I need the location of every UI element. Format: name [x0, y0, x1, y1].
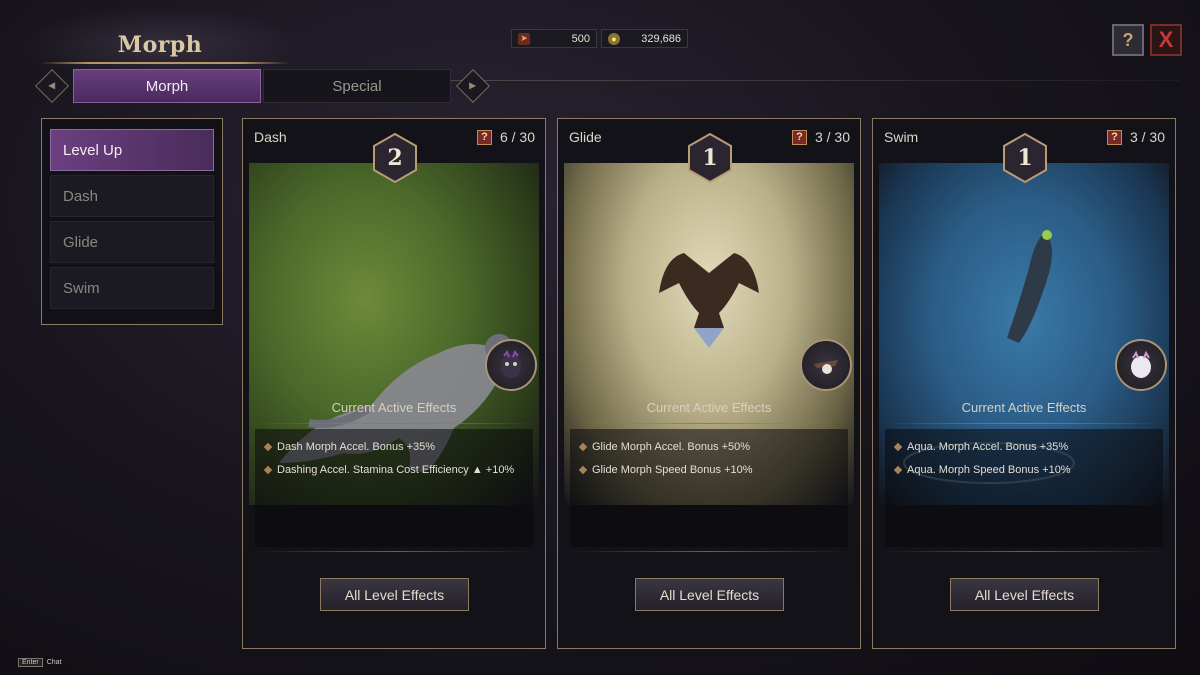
all-level-effects-button[interactable]: All Level Effects — [320, 578, 469, 611]
silver-coin-icon: ● — [608, 32, 620, 45]
progress-value: 3 / 30 — [1129, 129, 1165, 145]
card-progress: ? 6 / 30 — [476, 129, 535, 145]
effect-item: Glide Morph Accel. Bonus +50% — [570, 435, 848, 458]
diamond-bullet-icon — [578, 442, 588, 451]
title-plate: Morph — [20, 6, 300, 70]
panther-face-icon — [501, 350, 521, 378]
help-button[interactable]: ? — [1112, 24, 1144, 56]
energy-icon: ➤ — [518, 32, 530, 45]
effect-text: Aqua. Morph Accel. Bonus +35% — [907, 440, 1069, 453]
diamond-bullet-icon — [893, 465, 903, 474]
all-level-effects-button[interactable]: All Level Effects — [950, 578, 1099, 611]
close-icon: X — [1158, 27, 1174, 52]
silver-currency: ● 329,686 — [601, 29, 688, 48]
tab-next-arrow[interactable]: ▸ — [453, 67, 493, 105]
card-progress: ? 3 / 30 — [791, 129, 850, 145]
effect-item: Glide Morph Speed Bonus +10% — [570, 458, 848, 481]
page-title: Morph — [117, 32, 203, 58]
question-icon[interactable]: ? — [1106, 129, 1122, 145]
question-icon[interactable]: ? — [476, 129, 492, 145]
effect-item: Dash Morph Accel. Bonus +35% — [255, 435, 533, 458]
card-name: Dash — [254, 129, 287, 145]
chat-hint[interactable]: Enter Chat — [18, 658, 62, 667]
energy-value: 500 — [571, 32, 590, 45]
close-button[interactable]: X — [1150, 24, 1182, 56]
sidebar-item-swim[interactable]: Swim — [50, 267, 214, 309]
sidebar: Level Up Dash Glide Swim — [41, 118, 223, 325]
help-icon: ? — [1122, 29, 1134, 50]
effect-item: Dashing Accel. Stamina Cost Efficiency ▲… — [255, 458, 533, 481]
creature-portrait — [1115, 339, 1167, 391]
effect-text: Glide Morph Accel. Bonus +50% — [592, 440, 751, 453]
effects-title: Current Active Effects — [331, 400, 457, 415]
level-number: 2 — [387, 145, 403, 171]
white-creature-face-icon — [1131, 350, 1151, 378]
effects-bottom-divider — [255, 551, 533, 552]
effect-item: Aqua. Morph Accel. Bonus +35% — [885, 435, 1163, 458]
tab-special[interactable]: Special — [263, 69, 451, 103]
level-badge: 1 — [688, 133, 732, 183]
effects-divider — [570, 423, 848, 424]
level-number: 1 — [1017, 145, 1033, 171]
card-name: Glide — [569, 129, 602, 145]
eagle-face-icon — [814, 360, 838, 374]
effects-bottom-divider — [885, 551, 1163, 552]
effect-text: Glide Morph Speed Bonus +10% — [592, 463, 753, 476]
effects-list: Aqua. Morph Accel. Bonus +35% Aqua. Morp… — [885, 429, 1163, 547]
card-name: Swim — [884, 129, 919, 145]
title-ornament — [40, 62, 290, 64]
all-level-effects-button[interactable]: All Level Effects — [635, 578, 784, 611]
effect-text: Dashing Accel. Stamina Cost Efficiency ▲… — [277, 463, 515, 476]
effects-title: Current Active Effects — [646, 400, 772, 415]
effect-item: Aqua. Morph Speed Bonus +10% — [885, 458, 1163, 481]
chat-label: Chat — [46, 659, 62, 666]
diamond-bullet-icon — [263, 465, 273, 474]
diamond-left-icon: ◂ — [35, 69, 69, 103]
effects-bottom-divider — [570, 551, 848, 552]
effect-text: Dash Morph Accel. Bonus +35% — [277, 440, 436, 453]
energy-currency: ➤ 500 — [511, 29, 597, 48]
sidebar-item-dash[interactable]: Dash — [50, 175, 214, 217]
progress-value: 6 / 30 — [499, 129, 535, 145]
sidebar-item-glide[interactable]: Glide — [50, 221, 214, 263]
diamond-bullet-icon — [263, 442, 273, 451]
enter-key: Enter — [18, 658, 43, 667]
diamond-bullet-icon — [578, 465, 588, 474]
creature-portrait — [800, 339, 852, 391]
tab-bar: ◂ Morph Special ▸ — [32, 67, 494, 105]
sidebar-item-level-up[interactable]: Level Up — [50, 129, 214, 171]
effects-divider — [885, 423, 1163, 424]
effect-text: Aqua. Morph Speed Bonus +10% — [907, 463, 1071, 476]
effects-list: Dash Morph Accel. Bonus +35% Dashing Acc… — [255, 429, 533, 547]
diamond-right-icon: ▸ — [456, 69, 490, 103]
progress-value: 3 / 30 — [814, 129, 850, 145]
level-number: 1 — [702, 145, 718, 171]
morph-card-glide: Glide ? 3 / 30 1 Current Active Effects … — [557, 118, 861, 649]
tab-prev-arrow[interactable]: ◂ — [32, 67, 72, 105]
morph-card-dash: Dash ? 6 / 30 2 Current Active Effects D… — [242, 118, 546, 649]
question-icon[interactable]: ? — [791, 129, 807, 145]
effects-list: Glide Morph Accel. Bonus +50% Glide Morp… — [570, 429, 848, 547]
tab-morph[interactable]: Morph — [73, 69, 261, 103]
effects-divider — [255, 423, 533, 424]
level-badge: 2 — [373, 133, 417, 183]
level-badge: 1 — [1003, 133, 1047, 183]
effects-title: Current Active Effects — [961, 400, 1087, 415]
morph-card-swim: Swim ? 3 / 30 1 Current Active Effects A… — [872, 118, 1176, 649]
card-progress: ? 3 / 30 — [1106, 129, 1165, 145]
diamond-bullet-icon — [893, 442, 903, 451]
creature-portrait — [485, 339, 537, 391]
silver-value: 329,686 — [641, 32, 681, 45]
